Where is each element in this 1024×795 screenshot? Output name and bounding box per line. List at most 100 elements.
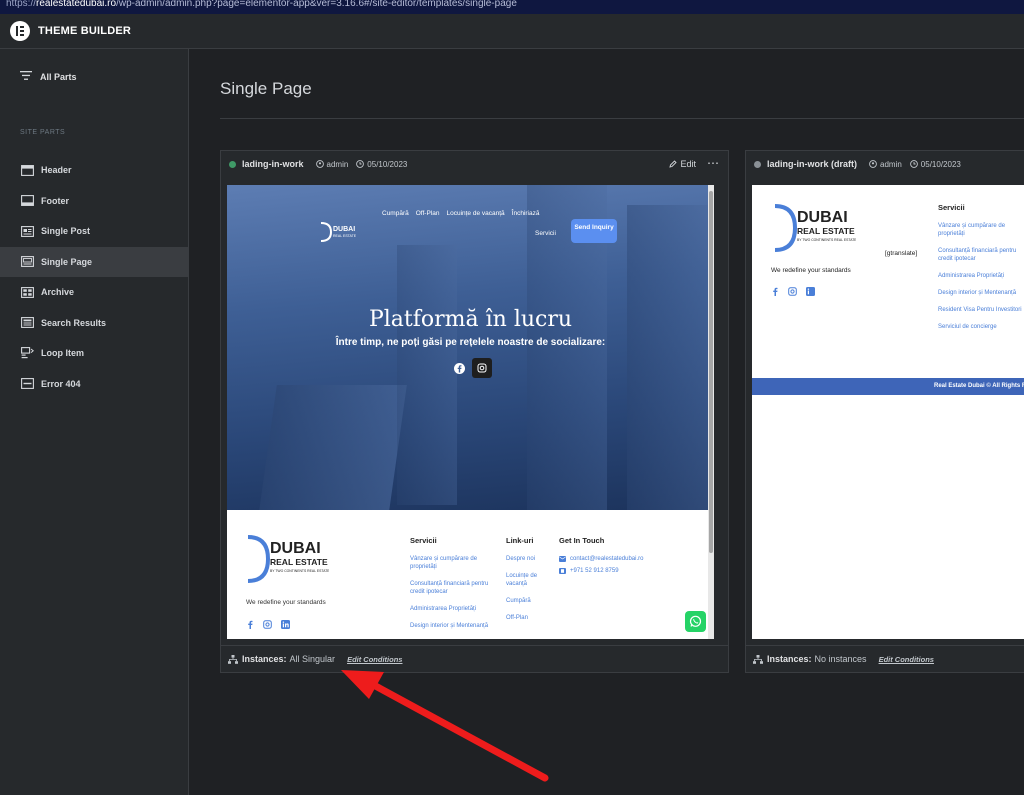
sidebar-item-single-post[interactable]: Single Post xyxy=(0,216,189,247)
sidebar-item-archive[interactable]: Archive xyxy=(0,277,189,308)
preview-scrollbar[interactable] xyxy=(708,185,714,639)
sidebar-item-label: Single Post xyxy=(41,226,91,237)
preview-footer: DUBAI REAL ESTATE BY TWO CONTINENTS REAL… xyxy=(227,510,714,639)
clock-icon xyxy=(909,160,918,168)
svg-text:BY TWO CONTINENTS REAL ESTATE: BY TWO CONTINENTS REAL ESTATE xyxy=(270,569,329,573)
sidebar-item-single-page[interactable]: Single Page xyxy=(0,246,189,277)
facebook-icon xyxy=(449,358,469,378)
sidebar-item-label: Archive xyxy=(41,287,75,298)
contact-heading: Get In Touch xyxy=(559,536,605,545)
footer-link: Cumpără xyxy=(506,598,531,604)
contact-phone: +971 52 912 8759 xyxy=(570,568,619,574)
servicii-links: Vânzare și cumpărare de proprietăți Cons… xyxy=(938,222,1024,340)
all-parts-link[interactable]: All Parts xyxy=(20,71,77,82)
sidebar-item-label: Single Page xyxy=(41,256,93,267)
browser-url-bar[interactable]: https://realestatedubai.ro/wp-admin/admi… xyxy=(0,0,1024,14)
sidebar-item-label: Search Results xyxy=(41,317,107,328)
card-footer: Instances: All Singular Edit Conditions xyxy=(221,645,728,672)
dubai-logo-icon: DUBAI REAL ESTATE BY TWO CONTINENTS REAL… xyxy=(774,204,856,252)
footer-social xyxy=(771,287,815,296)
single-page-icon xyxy=(20,256,34,268)
hero-title: Platformă în lucru xyxy=(368,307,573,332)
site-parts-label: SITE PARTS xyxy=(20,129,66,136)
header-icon xyxy=(20,164,34,176)
date-value: 05/10/2023 xyxy=(920,159,961,169)
sidebar-item-error-404[interactable]: Error 404 xyxy=(0,369,189,400)
footer-link: Design interior și Mentenanță xyxy=(938,290,1017,296)
footer-link: Administrarea Proprietăți xyxy=(938,273,1005,279)
edit-label: Edit xyxy=(680,159,696,169)
template-card: lading-in-work admin 05/10/2023 Edit ⋯ D… xyxy=(220,150,729,673)
card-footer: Instances: No instances Edit Conditions xyxy=(746,645,1024,672)
footer-icon xyxy=(20,195,34,207)
clock-icon xyxy=(356,160,365,168)
instances-label: Instances: xyxy=(767,654,812,664)
date-meta: 05/10/2023 xyxy=(909,159,961,169)
svg-text:REAL ESTATE: REAL ESTATE xyxy=(333,234,357,238)
email-icon xyxy=(559,556,566,562)
author-name: admin xyxy=(326,159,349,169)
instances-value: All Singular xyxy=(289,654,336,664)
sidebar-item-footer[interactable]: Footer xyxy=(0,186,189,217)
filter-lines-icon xyxy=(20,71,32,82)
template-preview[interactable]: DUBAI REAL ESTATE BY TWO CONTINENTS REAL… xyxy=(752,185,1024,639)
main-content: Single Page lading-in-work admin 05/10/2… xyxy=(190,49,1024,795)
footer-link: Resident Visa Pentru Investitori xyxy=(938,307,1022,313)
nav-item: Servicii xyxy=(535,230,556,237)
instances-value: No instances xyxy=(814,654,867,664)
sidebar-item-label: Footer xyxy=(41,195,69,206)
copyright-bar: Real Estate Dubai © All Rights Reserved xyxy=(752,378,1024,395)
servicii-heading: Servicii xyxy=(410,536,437,545)
instagram-icon xyxy=(263,620,272,629)
servicii-links: Vânzare și cumpărare de proprietăți Cons… xyxy=(410,555,498,639)
send-inquiry-button: Send Inquiry xyxy=(571,219,617,243)
elementor-logo-icon[interactable] xyxy=(10,21,30,41)
sidebar-item-loop-item[interactable]: Loop Item xyxy=(0,338,189,369)
footer-link: Administrarea Proprietăți xyxy=(410,606,477,612)
tagline: We redefine your standards xyxy=(246,599,326,606)
linkedin-icon xyxy=(806,287,815,296)
single-post-icon xyxy=(20,225,34,237)
edit-conditions-link[interactable]: Edit Conditions xyxy=(879,655,934,664)
footer-link: Locuințe de vacanță xyxy=(506,573,538,587)
all-parts-label: All Parts xyxy=(40,71,77,82)
error-404-icon xyxy=(20,378,34,390)
instagram-icon xyxy=(472,358,492,378)
template-card: lading-in-work (draft) admin 05/10/2023 … xyxy=(745,150,1024,673)
footer-link: Consultanță financiară pentru credit ipo… xyxy=(410,581,489,595)
date-meta: 05/10/2023 xyxy=(356,160,407,169)
template-name: lading-in-work xyxy=(242,159,304,169)
linkuri-heading: Link-uri xyxy=(506,536,534,545)
instances-label: Instances: xyxy=(242,654,287,664)
title-divider xyxy=(220,118,1024,119)
svg-text:DUBAI: DUBAI xyxy=(797,209,848,226)
nav-item: Locuințe de vacanță xyxy=(446,210,505,217)
sidebar-item-label: Error 404 xyxy=(41,378,81,389)
phone-icon xyxy=(559,568,566,574)
app-title: THEME BUILDER xyxy=(38,25,132,37)
footer-link: Vânzare și cumpărare de proprietăți xyxy=(410,556,478,570)
edit-button[interactable]: Edit xyxy=(669,159,696,169)
sidebar: All Parts SITE PARTS Header Footer Singl… xyxy=(0,49,189,795)
preview-nav: Cumpără Off-Plan Locuințe de vacanță Înc… xyxy=(382,210,539,217)
archive-icon xyxy=(20,286,34,298)
author-meta: admin xyxy=(315,159,349,169)
template-preview[interactable]: DUBAI REAL ESTATE Cumpără Off-Plan Locuin… xyxy=(227,185,714,639)
status-dot xyxy=(754,160,761,168)
more-options-icon[interactable]: ⋯ xyxy=(707,156,720,170)
logo-text: DUBAI xyxy=(270,540,321,557)
sidebar-item-search-results[interactable]: Search Results xyxy=(0,308,189,339)
footer-link: Off-Plan xyxy=(506,615,528,621)
sitemap-icon xyxy=(753,654,763,664)
url-path: /wp-admin/admin.php?page=elementor-app&v… xyxy=(116,0,517,9)
sidebar-item-header[interactable]: Header xyxy=(0,155,189,186)
sidebar-item-label: Loop Item xyxy=(41,348,84,359)
edit-conditions-link[interactable]: Edit Conditions xyxy=(347,655,402,664)
loop-item-icon xyxy=(20,347,34,359)
nav-item: Închiriază xyxy=(511,210,540,217)
user-icon xyxy=(315,160,324,168)
sitemap-icon xyxy=(228,654,238,664)
footer-link: Consultanță financiară pentru credit ipo… xyxy=(938,248,1017,262)
contact-email: contact@realestatedubai.ro xyxy=(570,556,644,562)
footer-social xyxy=(246,620,290,629)
